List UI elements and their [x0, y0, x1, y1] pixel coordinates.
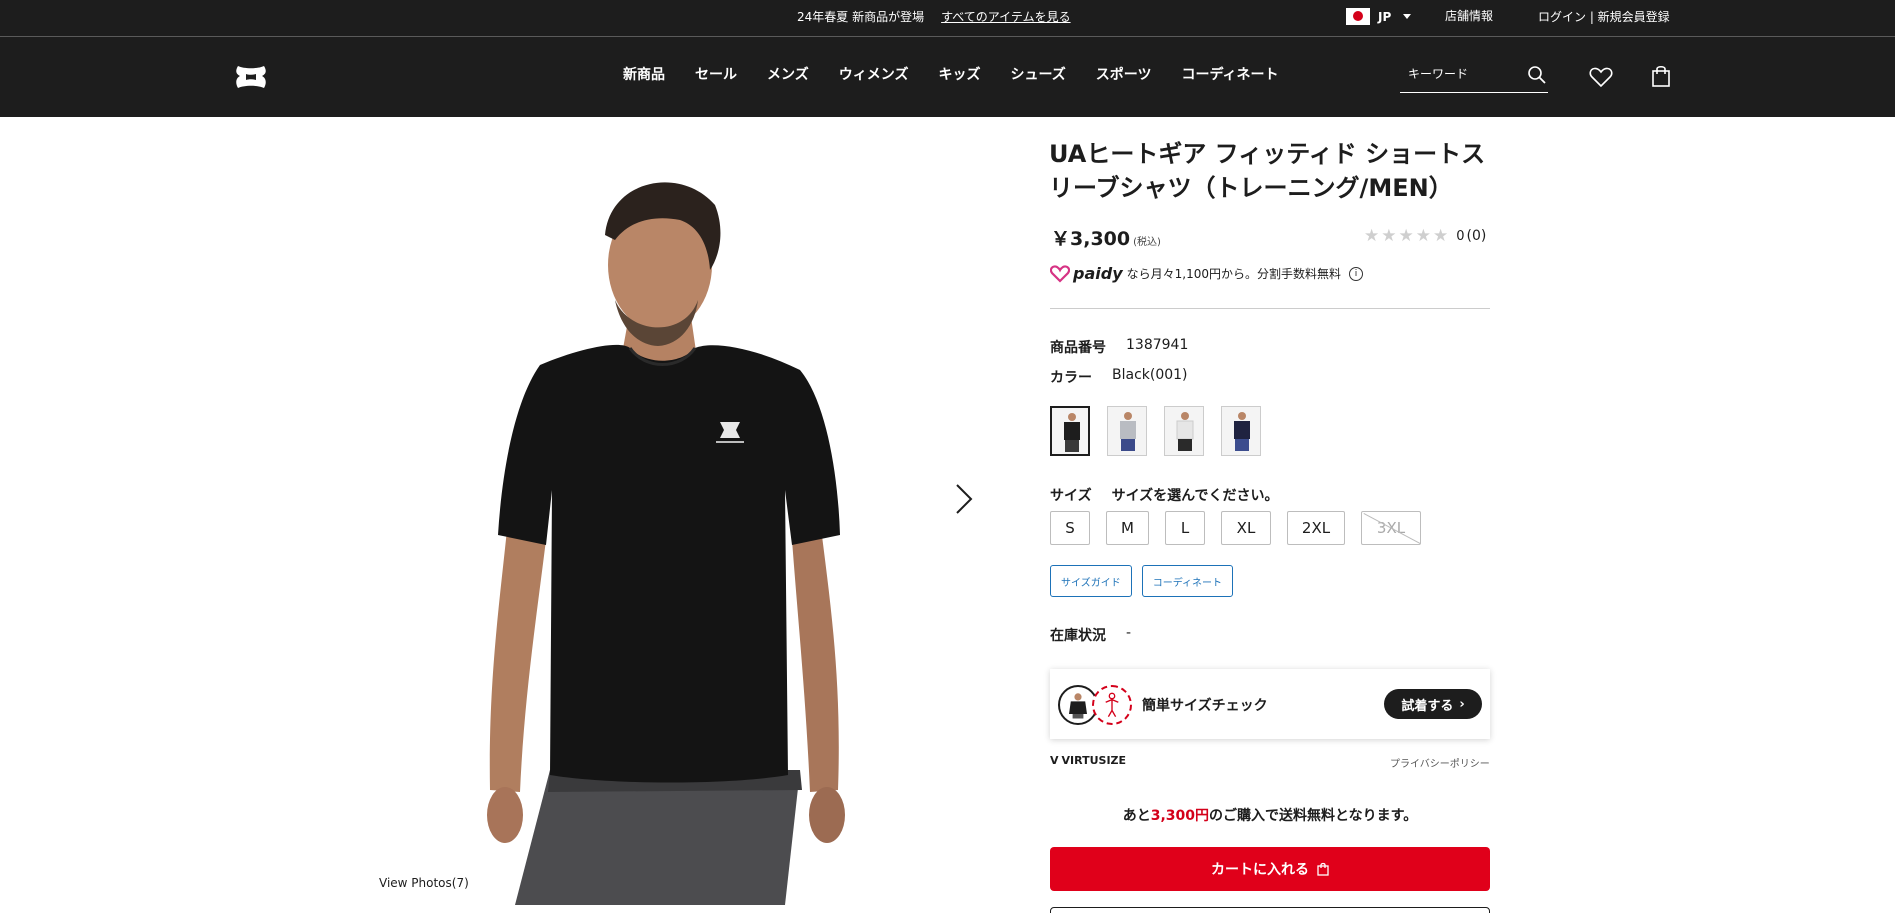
sku-row: 商品番号 1387941 [1050, 337, 1188, 357]
store-info-link[interactable]: 店舗情報 [1445, 7, 1493, 24]
virtusize-text: 簡単サイズチェック [1142, 698, 1268, 714]
virtusize-widget: 簡単サイズチェック 試着する › [1050, 669, 1490, 739]
size-prompt: サイズを選んでください。 [1111, 488, 1279, 504]
heart-icon[interactable] [1589, 66, 1613, 88]
price-value: ￥3,300 [1051, 228, 1131, 250]
japan-flag-icon [1346, 8, 1370, 25]
rating-value: 0 [1456, 228, 1465, 244]
search-icon[interactable] [1527, 65, 1547, 85]
coordinate-button[interactable]: コーディネート [1141, 565, 1234, 597]
star-icon: ★ [1433, 226, 1449, 246]
nav-sports[interactable]: スポーツ [1096, 64, 1152, 84]
try-on-label: 試着する [1401, 698, 1454, 714]
add-to-cart-button[interactable]: カートに入れる [1050, 847, 1490, 891]
bag-icon [1317, 862, 1329, 876]
secondary-button[interactable] [1050, 907, 1490, 913]
virtusize-mark-icon: V [1050, 754, 1059, 767]
chevron-down-icon [1403, 14, 1412, 19]
stock-label: 在庫状況 [1050, 628, 1106, 644]
shipping-amount: 3,300円 [1150, 808, 1210, 824]
body-silhouette-icon [1092, 685, 1132, 725]
shipping-suffix: のご購入で送料無料となります。 [1209, 808, 1418, 824]
swatch-gray[interactable] [1107, 406, 1147, 456]
swatch-black[interactable] [1050, 406, 1090, 456]
size-options: S M L XL 2XL 3XL [1050, 511, 1437, 545]
tax-note: (税込) [1133, 237, 1161, 248]
size-guide-button[interactable]: サイズガイド [1050, 565, 1132, 597]
region-label: JP [1378, 9, 1392, 24]
paidy-text: なら月々1,100円から。分割手数料無料 [1126, 267, 1341, 281]
size-l[interactable]: L [1165, 511, 1205, 545]
rating-count: (0) [1466, 228, 1487, 244]
cart-bag-icon[interactable] [1651, 65, 1671, 87]
login-register-link[interactable]: ログイン | 新規会員登録 [1538, 8, 1670, 25]
star-icon: ★ [1364, 226, 1380, 246]
main-nav: 新商品 セール メンズ ウィメンズ キッズ シューズ スポーツ コーディネート [623, 64, 1309, 84]
star-icon: ★ [1415, 226, 1431, 246]
nav-kids[interactable]: キッズ [938, 64, 980, 84]
privacy-policy-link[interactable]: プライバシーポリシー [1390, 755, 1490, 770]
size-m[interactable]: M [1106, 511, 1149, 545]
promo-text: 24年春夏 新商品が登場 [797, 10, 925, 24]
search-box [1400, 58, 1548, 93]
under-armour-logo[interactable] [230, 63, 272, 91]
virtusize-logo: V VIRTUSIZE [1050, 754, 1126, 767]
swatch-thumb [1176, 412, 1194, 451]
nav-sale[interactable]: セール [695, 64, 737, 84]
sku-label: 商品番号 [1050, 340, 1106, 356]
virtusize-logo-text: VIRTUSIZE [1061, 754, 1127, 767]
size-3xl[interactable]: 3XL [1361, 511, 1421, 545]
size-row: サイズ サイズを選んでください。 [1050, 485, 1278, 505]
color-label: カラー [1050, 370, 1092, 386]
product-price: ￥3,300 (税込) [1051, 224, 1161, 251]
product-title: UAヒートギア フィッティド ショートスリーブシャツ（トレーニング/MEN） [1049, 140, 1486, 202]
size-2xl[interactable]: 2XL [1287, 511, 1345, 545]
swatch-thumb [1120, 412, 1136, 451]
nav-mens[interactable]: メンズ [767, 64, 809, 84]
add-to-cart-label: カートに入れる [1211, 862, 1309, 878]
shipping-prefix: あと [1122, 808, 1151, 824]
size-links: サイズガイド コーディネート [1050, 565, 1234, 597]
nav-shoes[interactable]: シューズ [1010, 64, 1065, 84]
rating[interactable]: ★ ★ ★ ★ ★ 0 (0) [1364, 226, 1486, 246]
next-image-arrow-icon[interactable] [954, 483, 974, 515]
promo: 24年春夏 新商品が登場 すべてのアイテムを見る [797, 8, 1071, 25]
star-icon: ★ [1381, 226, 1397, 246]
paidy-heart-icon [1050, 264, 1070, 283]
try-on-button[interactable]: 試着する › [1384, 689, 1482, 719]
size-s[interactable]: S [1050, 511, 1090, 545]
swatch-white[interactable] [1164, 406, 1204, 456]
sku-value: 1387941 [1126, 337, 1189, 353]
nav-new[interactable]: 新商品 [623, 64, 665, 84]
paidy-brand: paidy [1073, 264, 1123, 283]
search-input[interactable] [1408, 67, 1518, 81]
size-label: サイズ [1050, 488, 1092, 504]
star-icon: ★ [1398, 226, 1414, 246]
color-row: カラー Black(001) [1050, 367, 1188, 387]
nav-womens[interactable]: ウィメンズ [839, 64, 909, 84]
product-photo [487, 182, 845, 905]
region-selector[interactable]: JP [1346, 8, 1412, 25]
info-icon[interactable]: i [1348, 266, 1363, 281]
paidy-banner: paidy なら月々1,100円から。分割手数料無料 i [1050, 264, 1363, 283]
view-photos-link[interactable]: View Photos(7) [379, 876, 469, 890]
stock-row: 在庫状況 - [1050, 625, 1131, 645]
size-xl[interactable]: XL [1221, 511, 1271, 545]
free-shipping-note: あと3,300円のご購入で送料無料となります。 [1050, 805, 1490, 825]
swatch-thumb [1064, 413, 1080, 452]
swatch-thumb [1234, 412, 1250, 451]
color-value: Black(001) [1112, 367, 1188, 383]
promo-bar: 24年春夏 新商品が登場 すべてのアイテムを見る JP 店舗情報 ログイン | … [0, 0, 1895, 37]
color-swatches [1050, 406, 1261, 456]
nav-coordinate[interactable]: コーディネート [1182, 64, 1279, 84]
promo-link[interactable]: すべてのアイテムを見る [941, 8, 1070, 25]
paidy-logo: paidy [1050, 264, 1123, 283]
divider [1050, 308, 1490, 309]
chevron-right-icon: › [1459, 696, 1465, 712]
stock-value: - [1126, 625, 1132, 641]
main-header: 新商品 セール メンズ ウィメンズ キッズ シューズ スポーツ コーディネート [0, 37, 1895, 117]
swatch-navy[interactable] [1221, 406, 1261, 456]
